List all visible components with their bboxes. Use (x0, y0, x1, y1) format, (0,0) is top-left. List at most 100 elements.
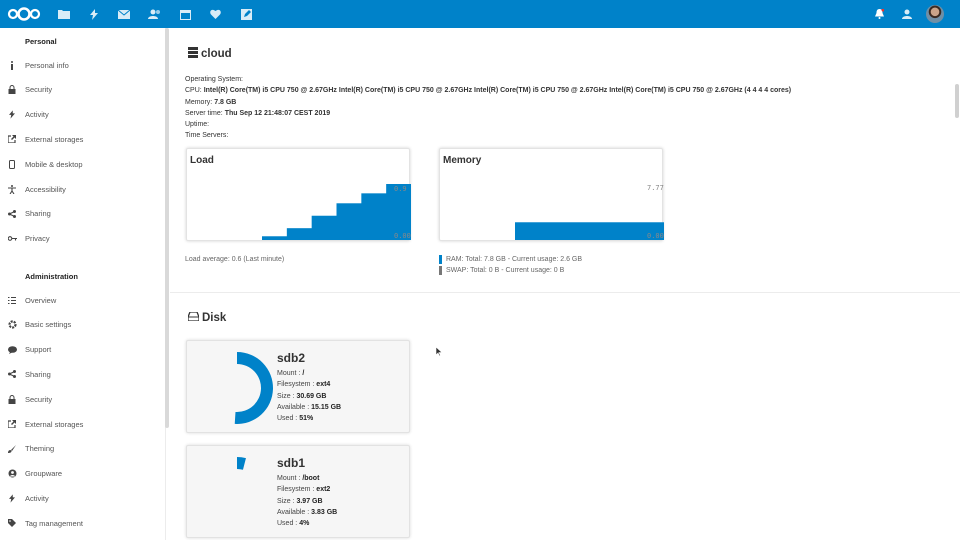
calendar-icon[interactable] (177, 6, 193, 22)
disk-card-sdb1: sdb1 Mount : /boot Filesystem : ext2 Size :… (186, 445, 410, 538)
phone-icon (7, 159, 17, 169)
memory-max-label: 7.77 (647, 184, 664, 192)
disk-used-row: Used : 51% (277, 415, 314, 423)
sidebar-item-label: Privacy (25, 234, 50, 244)
sidebar-item-admin-basic-settings[interactable]: Basic settings (0, 316, 160, 334)
sidebar-item-admin-external-storages[interactable]: External storages (0, 415, 160, 433)
sidebar-item-personal-mobile-desktop[interactable]: Mobile & desktop (0, 155, 160, 173)
sidebar-item-personal-external-storages[interactable]: External storages (0, 130, 160, 148)
lock-icon (7, 394, 17, 404)
list-icon (7, 295, 17, 305)
system-hostname: cloud (201, 48, 232, 60)
sidebar-item-label: Personal info (25, 60, 69, 70)
sidebar-item-personal-security[interactable]: Security (0, 81, 160, 99)
contacts-icon[interactable] (146, 6, 162, 22)
sidebar-item-label: Activity (25, 493, 49, 503)
disk-name: sdb2 (277, 351, 306, 365)
disk-used-arc (237, 457, 246, 470)
sidebar-item-label: External storages (25, 134, 84, 144)
external-link-icon (7, 134, 17, 144)
nextcloud-logo[interactable] (6, 4, 42, 24)
gear-icon (7, 320, 17, 330)
heart-icon[interactable] (207, 6, 223, 22)
sidebar-item-personal-accessibility[interactable]: Accessibility (0, 180, 160, 198)
external-link-icon (7, 419, 17, 429)
sidebar-item-label: Mobile & desktop (25, 159, 83, 169)
disk-mount-row: Mount : / (277, 370, 305, 377)
swap-swatch (439, 266, 442, 275)
sidebar-item-personal-activity[interactable]: Activity (0, 106, 160, 124)
load-step-4 (336, 203, 362, 240)
disk-fs-row: Filesystem : ext4 (277, 381, 331, 389)
sidebar-item-label: Security (25, 85, 53, 95)
lock-icon (7, 85, 17, 95)
disk-usage-donut (237, 457, 246, 470)
sidebar-item-admin-overview[interactable]: Overview (0, 291, 160, 309)
sidebar-item-admin-theming[interactable]: Theming (0, 440, 160, 458)
info-icon (7, 60, 17, 70)
disk-mount-row: Mount : /boot (277, 475, 320, 482)
sidebar-section-administration: Administration (25, 272, 78, 281)
sidebar-item-label: Sharing (25, 369, 51, 379)
main-scrollbar[interactable] (955, 84, 959, 118)
server-time-line: Server time: Thu Sep 12 21:48:07 CEST 20… (185, 110, 331, 117)
os-line: Operating System: (185, 76, 243, 83)
server-icon (188, 47, 198, 61)
disk-size-row: Size : 30.69 GB (277, 392, 327, 400)
sidebar-item-label: Overview (25, 295, 57, 305)
sidebar-item-label: Security (25, 394, 53, 404)
memory-line: Memory: 7.8 GB (185, 99, 237, 106)
sidebar-item-admin-tag-management[interactable]: Tag management (0, 514, 160, 532)
load-max-label: 0.9 (394, 185, 407, 193)
sidebar-item-label: Groupware (25, 469, 63, 479)
load-step-2 (286, 228, 313, 240)
load-step-1 (262, 236, 288, 240)
time-servers-line: Time Servers: (185, 132, 229, 139)
sidebar-item-label: Activity (25, 110, 49, 120)
sidebar-item-label: Basic settings (25, 320, 72, 330)
disk-size-row: Size : 3.97 GB (277, 497, 323, 505)
sidebar-item-personal-sharing[interactable]: Sharing (0, 205, 160, 223)
edit-icon[interactable] (238, 6, 254, 22)
contacts-menu-icon[interactable] (899, 6, 915, 22)
sidebar-item-admin-groupware[interactable]: Groupware (0, 465, 160, 483)
sidebar-item-admin-sharing[interactable]: Sharing (0, 365, 160, 383)
sidebar-item-label: Sharing (25, 209, 51, 219)
load-step-3 (311, 215, 337, 240)
memory-min-label: 0.00 (647, 232, 664, 240)
swap-legend: SWAP: Total: 0 B - Current usage: 0 B (439, 266, 564, 275)
accessibility-icon (7, 184, 17, 194)
avatar[interactable] (926, 5, 944, 23)
sidebar-scrollbar[interactable] (165, 28, 169, 428)
sidebar-item-label: External storages (25, 419, 84, 429)
mail-icon[interactable] (116, 6, 132, 22)
top-header (0, 0, 960, 28)
sidebar-item-label: Accessibility (25, 184, 66, 194)
memory-usage-area (515, 222, 664, 240)
lightning-icon (7, 493, 17, 503)
disk-usage-donut (234, 352, 274, 424)
sidebar-item-admin-security[interactable]: Security (0, 390, 160, 408)
uptime-line: Uptime: (185, 121, 210, 128)
notifications-icon[interactable] (871, 6, 887, 22)
load-average: Load average: 0.6 (Last minute) (185, 256, 285, 263)
sidebar-section-personal: Personal (25, 37, 57, 46)
disk-used-arc (234, 352, 274, 424)
sidebar-item-admin-support[interactable]: Support (0, 341, 160, 359)
sidebar-item-admin-activity[interactable]: Activity (0, 489, 160, 507)
lightning-icon[interactable] (86, 6, 102, 22)
folder-icon[interactable] (56, 6, 72, 22)
sidebar-item-personal-privacy[interactable]: Privacy (0, 230, 160, 248)
load-min-label: 0.00 (394, 232, 411, 240)
groupware-icon (7, 469, 17, 479)
disk-name: sdb1 (277, 456, 306, 470)
ram-swatch (439, 255, 442, 264)
sidebar-item-personal-personal-info[interactable]: Personal info (0, 56, 160, 74)
disk-icon (187, 311, 200, 324)
disk-section-title: Disk (187, 311, 226, 324)
tag-icon (7, 518, 17, 528)
brush-icon (7, 444, 17, 454)
chat-icon (7, 345, 17, 355)
disk-available-row: Available : 15.15 GB (277, 403, 342, 411)
share-icon (7, 369, 17, 379)
